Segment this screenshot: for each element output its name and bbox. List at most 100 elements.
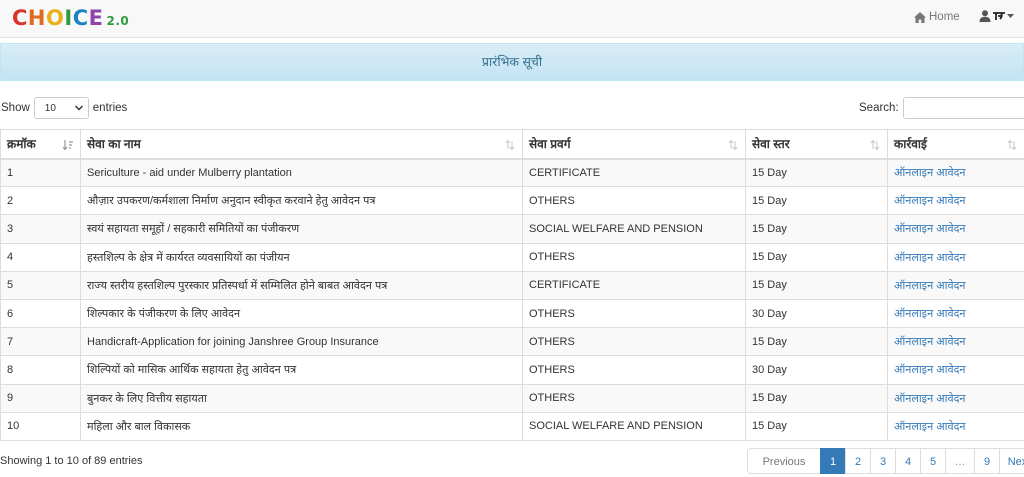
online-apply-link[interactable]: ऑनलाइन आवेदन	[894, 167, 966, 179]
user-menu[interactable]	[979, 10, 1014, 22]
cell-category: OTHERS	[522, 383, 746, 413]
online-apply-link[interactable]: ऑनलाइन आवेदन	[894, 336, 966, 348]
cell-action: ऑनलाइन आवेदन	[887, 383, 1024, 413]
cell-service-level: 15 Day	[745, 270, 888, 300]
cell-action: ऑनलाइन आवेदन	[887, 411, 1024, 441]
column-header-label: कार्रवाई	[894, 137, 927, 152]
cell-category: OTHERS	[522, 186, 746, 216]
chevron-down-icon	[74, 105, 83, 111]
online-apply-link[interactable]: ऑनलाइन आवेदन	[894, 223, 966, 235]
cell-service-name: राज्य स्तरीय हस्तशिल्प पुरस्कार प्रतिस्प…	[80, 270, 523, 300]
table-row: 9 बुनकर के लिए वित्तीय सहायता OTHERS 15 …	[0, 383, 1024, 413]
table-row: 8 शिल्पियों को मासिक आर्थिक सहायता हेतु …	[0, 355, 1024, 385]
column-header-service-name[interactable]: सेवा का नाम	[80, 129, 523, 160]
pagination-previous[interactable]: Previous	[747, 448, 821, 474]
cell-action: ऑनलाइन आवेदन	[887, 157, 1024, 188]
sort-asc-icon	[62, 140, 73, 151]
cell-service-level: 15 Day	[745, 186, 888, 216]
cell-service-level: 15 Day	[745, 157, 888, 188]
column-header-serial[interactable]: क्रमॉक	[0, 129, 81, 160]
table-info: Showing 1 to 10 of 89 entries	[0, 455, 143, 467]
online-apply-link[interactable]: ऑनलाइन आवेदन	[894, 195, 966, 207]
cell-action: ऑनलाइन आवेदन	[887, 270, 1024, 300]
pagination: Previous 1 2 3 4 5 … 9 Next	[747, 448, 1024, 474]
cell-serial: 8	[0, 355, 81, 385]
cell-service-name: औज़ार उपकरण/कर्मशाला निर्माण अनुदान स्वी…	[80, 186, 523, 216]
table-row: 1 Sericulture - aid under Mulberry plant…	[0, 157, 1024, 188]
online-apply-link[interactable]: ऑनलाइन आवेदन	[894, 252, 966, 264]
cell-service-level: 15 Day	[745, 411, 888, 441]
cell-service-level: 15 Day	[745, 242, 888, 272]
pagination-page-2[interactable]: 2	[845, 448, 871, 474]
online-apply-link[interactable]: ऑनलाइन आवेदन	[894, 280, 966, 292]
cell-action: ऑनलाइन आवेदन	[887, 214, 1024, 244]
cell-category: OTHERS	[522, 298, 746, 329]
cell-category: OTHERS	[522, 355, 746, 385]
table-header-row: क्रमॉक सेवा का नाम सेवा प्रवर्ग सेवा स्त…	[0, 129, 1024, 160]
search-label: Search:	[859, 102, 899, 114]
pagination-next[interactable]: Next	[999, 448, 1024, 474]
column-header-category[interactable]: सेवा प्रवर्ग	[522, 129, 746, 160]
entries-select[interactable]: 10	[33, 97, 89, 119]
cell-service-name: Handicraft-Application for joining Jansh…	[80, 327, 523, 357]
table-row: 10 महिला और बाल विकासक SOCIAL WELFARE AN…	[0, 411, 1024, 441]
cell-service-level: 30 Day	[745, 355, 888, 385]
cell-service-name: Sericulture - aid under Mulberry plantat…	[80, 157, 523, 188]
choice-logo[interactable]: CHOICE 2.0	[12, 6, 129, 33]
pagination-page-1[interactable]: 1	[820, 448, 846, 474]
show-label: Show	[1, 102, 30, 114]
cell-service-name: शिल्पियों को मासिक आर्थिक सहायता हेतु आव…	[80, 355, 523, 385]
cell-category: SOCIAL WELFARE AND PENSION	[522, 411, 746, 441]
cell-service-level: 15 Day	[745, 327, 888, 357]
online-apply-link[interactable]: ऑनलाइन आवेदन	[894, 364, 966, 376]
cell-service-level: 30 Day	[745, 298, 888, 329]
cell-serial: 6	[0, 298, 81, 329]
home-link-label: Home	[929, 11, 960, 23]
page-title-banner: प्रारंभिक सूची	[0, 43, 1024, 81]
cell-serial: 1	[0, 157, 81, 188]
pagination-page-5[interactable]: 5	[920, 448, 946, 474]
pagination-page-4[interactable]: 4	[895, 448, 921, 474]
cell-serial: 2	[0, 186, 81, 216]
column-header-service-level[interactable]: सेवा स्तर	[745, 129, 888, 160]
logo-version: 2.0	[106, 14, 130, 28]
cell-action: ऑनलाइन आवेदन	[887, 186, 1024, 216]
page-title: प्रारंभिक सूची	[481, 55, 543, 69]
table-row: 7 Handicraft-Application for joining Jan…	[0, 327, 1024, 357]
cell-serial: 10	[0, 411, 81, 441]
cell-category: CERTIFICATE	[522, 270, 746, 300]
cell-service-name: बुनकर के लिए वित्तीय सहायता	[80, 383, 523, 413]
column-header-label: सेवा का नाम	[87, 137, 141, 152]
column-header-action[interactable]: कार्रवाई	[887, 129, 1024, 160]
top-navbar: CHOICE 2.0 Home	[0, 0, 1024, 38]
cell-service-name: हस्तशिल्प के क्षेत्र में कार्यरत व्यवसाय…	[80, 242, 523, 272]
pagination-page-last[interactable]: 9	[974, 448, 1000, 474]
user-name-redacted-icon	[993, 12, 1005, 20]
cell-serial: 5	[0, 270, 81, 300]
search-input[interactable]	[902, 97, 1024, 119]
entries-label: entries	[92, 102, 128, 114]
online-apply-link[interactable]: ऑनलाइन आवेदन	[894, 393, 966, 405]
home-icon	[914, 11, 926, 23]
column-header-label: सेवा स्तर	[752, 137, 790, 152]
user-icon	[979, 10, 991, 22]
online-apply-link[interactable]: ऑनलाइन आवेदन	[894, 421, 966, 433]
cell-service-level: 15 Day	[745, 214, 888, 244]
table-row: 2 औज़ार उपकरण/कर्मशाला निर्माण अनुदान स्…	[0, 186, 1024, 216]
cell-serial: 9	[0, 383, 81, 413]
cell-action: ऑनलाइन आवेदन	[887, 298, 1024, 329]
table-row: 4 हस्तशिल्प के क्षेत्र में कार्यरत व्यवस…	[0, 242, 1024, 272]
table-row: 6 शिल्पकार के पंजीकरण के लिए आवेदन OTHER…	[0, 298, 1024, 329]
pagination-page-3[interactable]: 3	[870, 448, 896, 474]
online-apply-link[interactable]: ऑनलाइन आवेदन	[894, 308, 966, 320]
cell-category: CERTIFICATE	[522, 157, 746, 188]
cell-service-name: महिला और बाल विकासक	[80, 411, 523, 441]
cell-service-name: स्वयं सहायता समूहों / सहकारी समितियों का…	[80, 214, 523, 244]
sort-both-icon	[728, 139, 738, 151]
cell-action: ऑनलाइन आवेदन	[887, 355, 1024, 385]
cell-category: OTHERS	[522, 327, 746, 357]
cell-service-level: 15 Day	[745, 383, 888, 413]
entries-select-value: 10	[44, 102, 56, 114]
home-link[interactable]: Home	[914, 11, 960, 23]
table-search: Search:	[859, 97, 1024, 119]
